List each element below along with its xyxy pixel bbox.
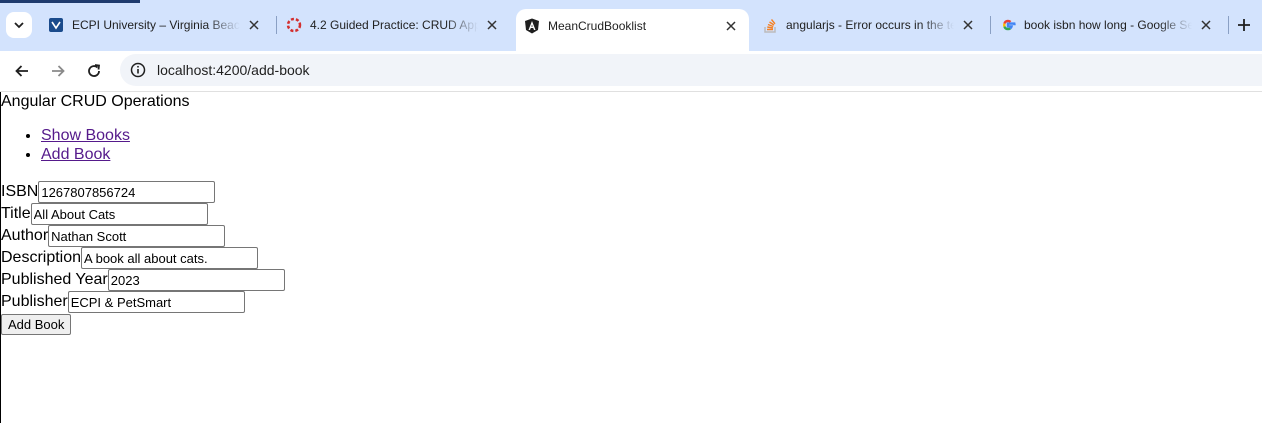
angular-icon <box>524 18 540 34</box>
tab-guided-practice[interactable]: 4.2 Guided Practice: CRUD Appl <box>278 8 510 42</box>
show-books-link[interactable]: Show Books <box>41 127 130 144</box>
add-book-form: ISBN Title Author Description Published … <box>1 181 285 335</box>
new-tab-button[interactable] <box>1233 13 1255 37</box>
lifebuoy-icon <box>286 17 302 33</box>
nav-item-add-book: Add Book <box>41 145 130 164</box>
plus-icon <box>1238 19 1250 31</box>
tab-stackoverflow[interactable]: angularjs - Error occurs in the te <box>754 8 986 42</box>
tab-title: angularjs - Error occurs in the te <box>786 18 954 32</box>
close-icon[interactable] <box>723 18 739 34</box>
title-row: Title <box>1 203 285 225</box>
back-button[interactable] <box>8 57 36 85</box>
tab-google-search[interactable]: book isbn how long - Google Se <box>992 8 1224 42</box>
window-accent-line <box>0 0 140 3</box>
description-row: Description <box>1 247 285 269</box>
page-title: Angular CRUD Operations <box>1 93 190 110</box>
author-input[interactable] <box>48 225 226 247</box>
reload-icon <box>88 64 101 77</box>
tab-separator <box>1228 16 1229 34</box>
tab-title: book isbn how long - Google Se <box>1024 18 1192 32</box>
tab-title: MeanCrudBooklist <box>548 19 647 33</box>
isbn-label: ISBN <box>1 183 39 200</box>
forward-button[interactable] <box>44 57 72 85</box>
tab-meancrudbooklist[interactable]: MeanCrudBooklist <box>516 9 749 51</box>
add-book-link[interactable]: Add Book <box>41 146 110 163</box>
page-content: Angular CRUD Operations Show Books Add B… <box>0 92 1262 423</box>
browser-toolbar: localhost:4200/add-book <box>0 51 1262 92</box>
tab-strip: ECPI University – Virginia Beach 4.2 Gui… <box>0 0 1262 51</box>
close-icon[interactable] <box>960 17 976 33</box>
tab-ecpi[interactable]: ECPI University – Virginia Beach <box>40 8 272 42</box>
app-nav: Show Books Add Book <box>1 126 130 164</box>
publisher-label: Publisher <box>1 293 68 310</box>
isbn-row: ISBN <box>1 181 285 203</box>
title-label: Title <box>1 205 31 222</box>
author-row: Author <box>1 225 285 247</box>
stackoverflow-icon <box>762 17 778 33</box>
url-text[interactable]: localhost:4200/add-book <box>157 62 310 78</box>
published-year-label: Published Year <box>1 271 108 288</box>
published-year-row: Published Year <box>1 269 285 291</box>
tab-separator <box>990 16 991 34</box>
isbn-input[interactable] <box>38 181 216 203</box>
info-icon[interactable] <box>130 62 146 78</box>
tab-title: ECPI University – Virginia Beach <box>72 18 240 32</box>
address-bar[interactable]: localhost:4200/add-book <box>120 54 1262 86</box>
nav-item-show-books: Show Books <box>41 126 130 145</box>
close-icon[interactable] <box>246 17 262 33</box>
close-icon[interactable] <box>484 17 500 33</box>
title-input[interactable] <box>30 203 208 225</box>
publisher-row: Publisher <box>1 291 285 313</box>
arrow-left-icon <box>15 65 28 77</box>
add-book-button[interactable]: Add Book <box>1 314 72 335</box>
shield-icon <box>48 17 64 33</box>
description-label: Description <box>1 249 82 266</box>
publisher-input[interactable] <box>67 291 245 313</box>
chevron-down-icon <box>14 22 24 29</box>
reload-button[interactable] <box>80 57 108 85</box>
close-icon[interactable] <box>1198 17 1214 33</box>
description-input[interactable] <box>81 247 259 269</box>
arrow-right-icon <box>52 65 65 77</box>
tab-search-button[interactable] <box>6 12 32 38</box>
author-label: Author <box>1 227 49 244</box>
google-icon <box>1000 17 1016 33</box>
tab-title: 4.2 Guided Practice: CRUD Appl <box>310 18 478 32</box>
published-year-input[interactable] <box>107 269 285 291</box>
tab-separator <box>276 16 277 34</box>
